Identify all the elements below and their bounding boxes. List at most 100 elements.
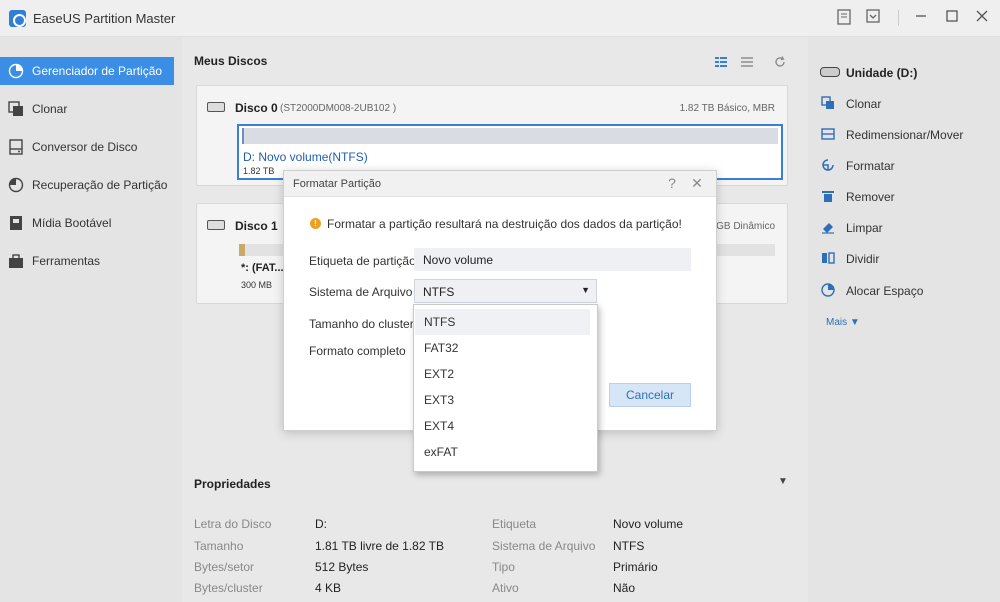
prop-value: NTFS bbox=[613, 539, 645, 553]
help-icon[interactable]: ? bbox=[664, 175, 680, 191]
prop-key: Tamanho bbox=[194, 539, 244, 553]
cancel-button[interactable]: Cancelar bbox=[609, 383, 691, 407]
disk-model: (ST2000DM008-2UB102 ) bbox=[280, 103, 397, 114]
properties-title: Propriedades bbox=[194, 477, 271, 491]
clone-icon bbox=[8, 101, 24, 117]
grid-view-icon[interactable] bbox=[714, 56, 728, 70]
page-title: Meus Discos bbox=[194, 54, 268, 68]
partition-label: D: Novo volume(NTFS) bbox=[243, 150, 368, 164]
prop-key: Sistema de Arquivo bbox=[492, 539, 596, 553]
action-remove[interactable]: Remover bbox=[820, 188, 995, 206]
sidebar-item-partition-manager[interactable]: Gerenciador de Partição bbox=[0, 57, 174, 85]
file-system-caption: Sistema de Arquivo bbox=[309, 285, 413, 299]
sidebar-item-tools[interactable]: Ferramentas bbox=[0, 247, 174, 275]
dropdown-option-fat32[interactable]: FAT32 bbox=[415, 335, 590, 361]
partition-label-caption: Etiqueta de partição bbox=[309, 254, 416, 268]
file-system-dropdown: NTFS FAT32 EXT2 EXT3 EXT4 exFAT bbox=[413, 304, 598, 472]
dropdown-option-ext4[interactable]: EXT4 bbox=[415, 413, 590, 439]
prop-key: Bytes/setor bbox=[194, 560, 255, 574]
more-label: Mais bbox=[826, 317, 848, 328]
action-label: Clonar bbox=[846, 97, 882, 111]
dialog-header: Formatar Partição ? ✕ bbox=[284, 171, 716, 197]
feedback-icon[interactable] bbox=[834, 9, 854, 27]
action-label: Alocar Espaço bbox=[846, 284, 924, 298]
eraser-icon bbox=[820, 220, 836, 236]
action-split[interactable]: Dividir bbox=[820, 250, 995, 268]
full-format-caption: Formato completo bbox=[309, 344, 406, 358]
partition-usage-bar bbox=[242, 128, 778, 144]
disk-name: Disco 0 bbox=[235, 101, 278, 115]
prop-value: Novo volume bbox=[613, 517, 684, 531]
partition-label[interactable]: *: (FAT... bbox=[241, 262, 284, 274]
action-allocate-space[interactable]: Alocar Espaço bbox=[820, 282, 995, 300]
prop-key: Bytes/cluster bbox=[194, 581, 263, 595]
action-label: Remover bbox=[846, 190, 895, 204]
dropdown-arrow-icon: ▼ bbox=[581, 285, 590, 295]
sidebar-item-label: Recuperação de Partição bbox=[32, 178, 168, 192]
sidebar-item-label: Mídia Bootável bbox=[32, 216, 112, 230]
prop-value: Não bbox=[613, 581, 636, 595]
collapse-arrow-icon[interactable]: ▼ bbox=[778, 476, 788, 487]
action-label: Limpar bbox=[846, 221, 883, 235]
split-icon bbox=[820, 251, 836, 267]
action-wipe[interactable]: Limpar bbox=[820, 219, 995, 237]
action-label: Formatar bbox=[846, 159, 895, 173]
warning-icon: ! bbox=[310, 218, 321, 229]
list-view-icon[interactable] bbox=[740, 56, 754, 70]
action-format[interactable]: Formatar bbox=[820, 157, 995, 175]
titlebar-divider bbox=[898, 10, 899, 26]
prop-value: Primário bbox=[613, 560, 658, 574]
clone-icon bbox=[820, 96, 836, 112]
prop-value: 512 Bytes bbox=[315, 560, 369, 574]
recovery-icon bbox=[8, 177, 24, 193]
close-icon[interactable] bbox=[972, 9, 992, 27]
resize-icon bbox=[820, 127, 836, 143]
disk-manager-icon bbox=[8, 63, 24, 79]
drive-icon bbox=[820, 67, 840, 77]
dropdown-option-exfat[interactable]: exFAT bbox=[415, 439, 590, 465]
selected-unit-label: Unidade (D:) bbox=[846, 66, 918, 80]
warning-message: Formatar a partição resultará na destrui… bbox=[327, 217, 682, 231]
dropdown-option-ext3[interactable]: EXT3 bbox=[415, 387, 590, 413]
dropdown-option-ext2[interactable]: EXT2 bbox=[415, 361, 590, 387]
partition-size: 1.82 TB bbox=[243, 166, 275, 176]
disk-info: 1.82 TB Básico, MBR bbox=[679, 103, 775, 114]
app-logo-icon bbox=[9, 10, 26, 27]
action-clone[interactable]: Clonar bbox=[820, 95, 995, 113]
bootable-icon bbox=[8, 215, 24, 231]
partition-label-input[interactable] bbox=[414, 248, 691, 271]
dropdown-option-ntfs[interactable]: NTFS bbox=[415, 309, 590, 335]
sidebar-item-label: Gerenciador de Partição bbox=[32, 64, 163, 78]
prop-key: Ativo bbox=[492, 581, 519, 595]
file-system-select[interactable]: NTFS ▼ bbox=[414, 279, 597, 303]
action-panel: Unidade (D:) Clonar Redimensionar/Mover … bbox=[808, 38, 1000, 602]
trash-icon bbox=[820, 189, 836, 205]
sidebar: Gerenciador de Partição Clonar Conversor… bbox=[0, 38, 182, 602]
prop-value: D: bbox=[315, 517, 327, 531]
download-icon[interactable] bbox=[863, 9, 883, 27]
sidebar-item-disk-converter[interactable]: Conversor de Disco bbox=[0, 133, 174, 161]
format-icon bbox=[820, 158, 836, 174]
prop-value: 4 KB bbox=[315, 581, 342, 595]
sidebar-item-label: Conversor de Disco bbox=[32, 140, 138, 154]
prop-key: Letra do Disco bbox=[194, 517, 272, 531]
sidebar-item-clone[interactable]: Clonar bbox=[0, 95, 174, 123]
cluster-size-caption: Tamanho do cluster bbox=[309, 317, 414, 331]
sidebar-item-partition-recovery[interactable]: Recuperação de Partição bbox=[0, 171, 174, 199]
sidebar-item-label: Ferramentas bbox=[32, 254, 101, 268]
sidebar-item-bootable-media[interactable]: Mídia Bootável bbox=[0, 209, 174, 237]
close-icon[interactable]: ✕ bbox=[689, 175, 705, 191]
dialog-title: Formatar Partição bbox=[293, 178, 382, 190]
minimize-icon[interactable] bbox=[911, 9, 931, 27]
title-bar: EaseUS Partition Master bbox=[0, 0, 1000, 37]
action-label: Dividir bbox=[846, 252, 880, 266]
more-button[interactable]: Mais ▼ bbox=[826, 317, 860, 328]
disk-name: Disco 1 bbox=[235, 219, 278, 233]
refresh-icon[interactable] bbox=[773, 56, 787, 70]
converter-icon bbox=[8, 139, 24, 155]
dynamic-disk-icon bbox=[207, 220, 225, 230]
action-resize-move[interactable]: Redimensionar/Mover bbox=[820, 126, 995, 144]
maximize-icon[interactable] bbox=[942, 9, 962, 27]
action-label: Redimensionar/Mover bbox=[846, 128, 964, 142]
app-title: EaseUS Partition Master bbox=[33, 11, 176, 26]
